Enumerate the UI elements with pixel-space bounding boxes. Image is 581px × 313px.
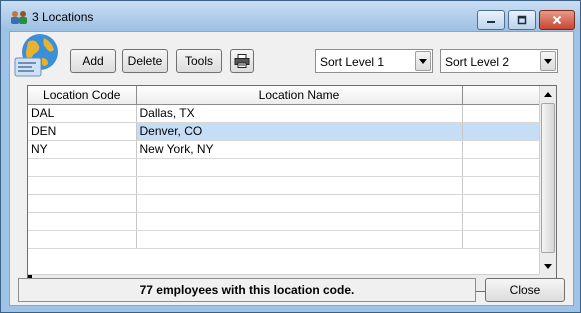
globe-card-icon: [14, 34, 58, 77]
add-button[interactable]: Add: [70, 49, 116, 73]
arrow-down-icon: [544, 263, 552, 269]
header-row: Location Code Location Name: [28, 86, 541, 105]
extra-cell[interactable]: [462, 140, 541, 159]
print-button[interactable]: [230, 49, 254, 73]
column-header-location-code[interactable]: Location Code: [28, 86, 137, 105]
empty-cell[interactable]: [136, 158, 463, 177]
vertical-scrollbar[interactable]: [539, 86, 556, 274]
empty-cell[interactable]: [462, 176, 541, 195]
extra-cell[interactable]: [462, 104, 541, 123]
sort-level-1-select[interactable]: Sort Level 1: [315, 49, 433, 73]
people-icon: [11, 11, 27, 24]
location-code-cell[interactable]: DEN: [28, 122, 137, 141]
minimize-icon: [487, 21, 495, 23]
window-title: 3 Locations: [32, 10, 94, 24]
empty-cell[interactable]: [28, 212, 137, 231]
table-row[interactable]: DEN Denver, CO: [28, 122, 541, 141]
sort-level-2-select[interactable]: Sort Level 2: [440, 49, 558, 73]
locations-window: 3 Locations Add Delete Tools Sort Level …: [0, 0, 581, 313]
title-bar[interactable]: 3 Locations: [1, 1, 580, 31]
client-area: Add Delete Tools Sort Level 1 Sort Level…: [9, 31, 574, 306]
close-button[interactable]: Close: [485, 278, 565, 302]
empty-table-row[interactable]: [28, 176, 541, 195]
minimize-button[interactable]: [477, 10, 505, 30]
column-header-extra[interactable]: [462, 86, 541, 105]
maximize-button[interactable]: [508, 10, 536, 30]
table-row[interactable]: DAL Dallas, TX: [28, 104, 541, 123]
location-name-cell[interactable]: Dallas, TX: [136, 104, 463, 123]
arrow-up-icon: [544, 91, 552, 97]
column-header-location-name[interactable]: Location Name: [136, 86, 463, 105]
empty-cell[interactable]: [462, 212, 541, 231]
locations-grid[interactable]: Location Code Location Name DAL Dallas, T…: [27, 85, 557, 292]
empty-cell[interactable]: [28, 194, 137, 213]
empty-cell[interactable]: [462, 194, 541, 213]
empty-cell[interactable]: [136, 212, 463, 231]
printer-icon: [234, 54, 250, 68]
chevron-down-icon: [419, 58, 427, 64]
table-row[interactable]: NY New York, NY: [28, 140, 541, 159]
location-code-cell[interactable]: DAL: [28, 104, 137, 123]
close-x-icon: [552, 15, 562, 25]
empty-cell[interactable]: [462, 158, 541, 177]
empty-cell[interactable]: [462, 230, 541, 249]
empty-cell[interactable]: [136, 176, 463, 195]
extra-cell[interactable]: [462, 122, 541, 141]
empty-table-row[interactable]: [28, 230, 541, 249]
sort-level-2-value: Sort Level 2: [445, 55, 510, 69]
empty-cell[interactable]: [136, 230, 463, 249]
empty-cell[interactable]: [136, 194, 463, 213]
empty-cell[interactable]: [28, 230, 137, 249]
status-message: 77 employees with this location code.: [18, 278, 476, 302]
chevron-down-icon: [544, 58, 552, 64]
location-code-cell[interactable]: NY: [28, 140, 137, 159]
tools-button[interactable]: Tools: [176, 49, 222, 73]
scroll-down-button[interactable]: [540, 258, 556, 274]
vertical-scroll-thumb[interactable]: [541, 103, 555, 253]
sort-level-1-dropdown-arrow[interactable]: [415, 51, 431, 71]
empty-table-row[interactable]: [28, 158, 541, 177]
sort-level-1-value: Sort Level 1: [320, 55, 385, 69]
empty-cell[interactable]: [28, 176, 137, 195]
location-name-cell[interactable]: New York, NY: [136, 140, 463, 159]
empty-table-row[interactable]: [28, 194, 541, 213]
empty-cell[interactable]: [28, 158, 137, 177]
empty-table-row[interactable]: [28, 212, 541, 231]
sort-level-2-dropdown-arrow[interactable]: [540, 51, 556, 71]
close-window-button[interactable]: [539, 10, 575, 30]
maximize-icon: [517, 15, 527, 25]
delete-button[interactable]: Delete: [122, 49, 168, 73]
location-name-cell[interactable]: Denver, CO: [136, 122, 463, 141]
scroll-up-button[interactable]: [540, 86, 556, 102]
locations-table: Location Code Location Name DAL Dallas, T…: [28, 86, 541, 249]
